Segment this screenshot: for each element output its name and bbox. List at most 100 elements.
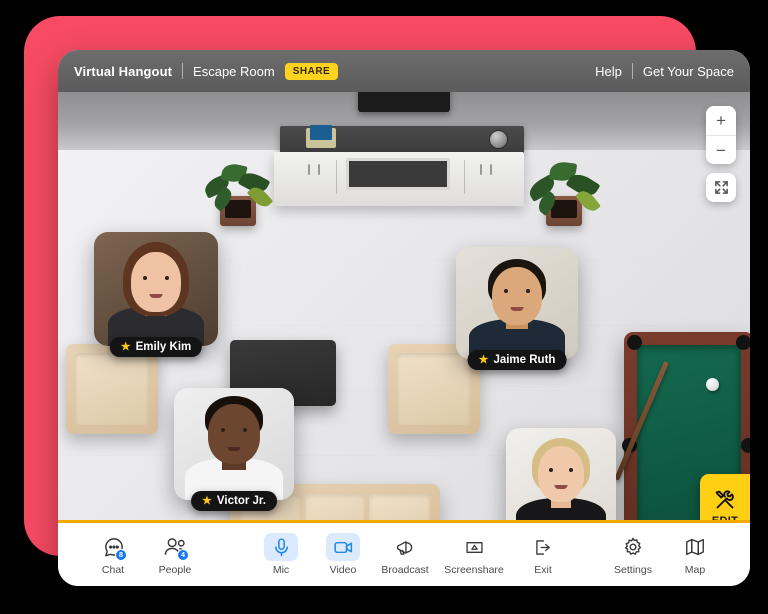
virtual-room-canvas[interactable]: ★ Emily Kim ★ Jaime Ruth ★ Victor Jr. + … — [58, 92, 750, 520]
screenshot-stage: Virtual Hangout Escape Room SHARE Help G… — [0, 0, 768, 614]
avatar-eye — [243, 428, 247, 432]
broadcast-icon-wrap — [388, 533, 422, 561]
help-link[interactable]: Help — [595, 64, 622, 79]
sofa-cushion — [369, 494, 431, 520]
chat-unread-badge: 8 — [115, 549, 127, 561]
avatar — [94, 232, 218, 346]
toolbar-button-exit[interactable]: Exit — [512, 533, 574, 576]
header-right-group: Help Get Your Space — [595, 63, 734, 79]
get-your-space-link[interactable]: Get Your Space — [643, 64, 734, 79]
toolbar-label-screenshare: Screenshare — [444, 564, 504, 576]
avatar-head — [492, 267, 542, 325]
cabinet-handle — [318, 164, 320, 175]
zoom-out-button[interactable]: − — [706, 135, 736, 164]
fullscreen-button[interactable] — [706, 173, 736, 202]
participant-video — [456, 247, 578, 359]
plus-icon: + — [716, 111, 726, 130]
screenshare-icon-wrap — [457, 533, 491, 561]
avatar-eye — [143, 276, 147, 280]
header-left-group: Virtual Hangout Escape Room SHARE — [74, 62, 339, 80]
kitchen-counter — [274, 125, 524, 208]
app-header: Virtual Hangout Escape Room SHARE Help G… — [58, 50, 750, 92]
gear-icon — [624, 537, 642, 555]
potted-plant-left — [201, 161, 276, 234]
exit-icon-wrap — [526, 533, 560, 561]
minus-icon: − — [716, 140, 726, 160]
toolbar-button-screenshare[interactable]: Screenshare — [436, 533, 512, 576]
avatar — [456, 247, 578, 359]
participant-tile-emily-kim[interactable]: ★ Emily Kim — [94, 232, 218, 357]
settings-icon-wrap — [616, 533, 650, 561]
video-icon-wrap — [326, 533, 360, 561]
avatar-eye — [569, 468, 573, 472]
video-camera-icon — [333, 541, 352, 553]
people-icon-wrap: 4 — [158, 533, 192, 561]
bottom-toolbar: 8 Chat 4 People Mic Video Broadcast Scre… — [58, 520, 750, 586]
star-icon: ★ — [120, 340, 131, 353]
avatar-mouth — [510, 307, 524, 311]
plant-soil — [225, 200, 251, 218]
participant-tile-victor-jr[interactable]: ★ Victor Jr. — [174, 388, 294, 511]
map-controls: + − — [706, 106, 736, 202]
edit-button[interactable]: EDIT — [700, 474, 750, 520]
avatar-eye — [526, 289, 530, 293]
tools-icon — [715, 489, 734, 508]
share-button[interactable]: SHARE — [284, 62, 339, 80]
header-divider-2 — [631, 63, 633, 79]
cabinet-seam — [464, 160, 465, 194]
participant-video — [506, 428, 616, 520]
microphone-icon — [274, 537, 288, 556]
participant-tile-jaime-ruth[interactable]: ★ Jaime Ruth — [456, 247, 578, 370]
toolbar-button-mic[interactable]: Mic — [250, 533, 312, 576]
avatar-head — [131, 252, 181, 312]
expand-icon — [714, 181, 728, 194]
avatar-eye — [221, 428, 225, 432]
counter-cabinets — [274, 152, 524, 206]
toolbar-button-people[interactable]: 4 People — [144, 533, 206, 576]
avatar-mouth — [227, 447, 241, 451]
toolbar-label-settings: Settings — [614, 564, 652, 576]
cabinet-handle — [308, 164, 310, 175]
page-title: Virtual Hangout — [74, 63, 173, 79]
megaphone-icon — [396, 540, 412, 555]
toolbar-button-chat[interactable]: 8 Chat — [82, 533, 144, 576]
chat-icon-wrap: 8 — [96, 533, 130, 561]
map-icon — [686, 538, 704, 556]
counter-top — [280, 125, 524, 154]
avatar-head — [208, 404, 260, 464]
zoom-in-button[interactable]: + — [706, 106, 736, 135]
avatar-eye — [504, 289, 508, 293]
oven-door — [346, 158, 450, 190]
toolbar-button-video[interactable]: Video — [312, 533, 374, 576]
participant-name: Victor Jr. — [216, 495, 266, 507]
header-divider — [182, 63, 184, 79]
toolbar-button-settings[interactable]: Settings — [602, 533, 664, 576]
participant-video — [174, 388, 294, 500]
wall-tv — [358, 92, 450, 112]
map-icon-wrap — [678, 533, 712, 561]
toolbar-label-mic: Mic — [272, 564, 290, 576]
participant-nameplate: ★ Victor Jr. — [191, 491, 277, 511]
participant-nameplate: ★ Jaime Ruth — [467, 350, 567, 370]
toolbar-button-broadcast[interactable]: Broadcast — [374, 533, 436, 576]
cue-ball — [706, 378, 719, 391]
app-window: Virtual Hangout Escape Room SHARE Help G… — [58, 50, 750, 586]
mic-icon-wrap — [264, 533, 298, 561]
toolbar-label-chat: Chat — [101, 564, 125, 576]
participant-tile-sarah-lee[interactable]: Sarah Lee — [506, 428, 616, 520]
pool-pocket — [741, 438, 750, 453]
toolbar-label-video: Video — [329, 564, 357, 576]
sofa-cushion — [304, 494, 366, 520]
toolbar-label-broadcast: Broadcast — [381, 564, 429, 576]
toolbar-label-map: Map — [684, 564, 706, 576]
potted-plant-right — [525, 160, 602, 234]
armchair-left — [66, 344, 158, 434]
participant-video — [94, 232, 218, 346]
participant-nameplate: ★ Emily Kim — [109, 337, 203, 357]
toolbar-button-map[interactable]: Map — [664, 533, 726, 576]
avatar-head — [538, 446, 584, 502]
cabinet-handle — [480, 164, 482, 175]
blue-tray — [310, 125, 332, 140]
toolbar-label-exit: Exit — [534, 564, 552, 576]
participant-name: Emily Kim — [135, 341, 192, 353]
